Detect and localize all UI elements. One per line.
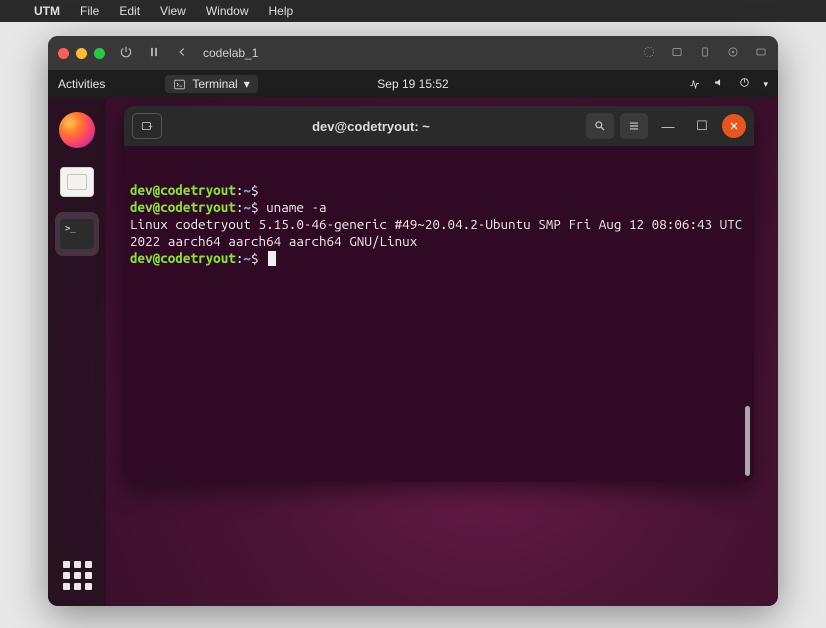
show-applications-button[interactable] bbox=[60, 558, 94, 592]
terminal-body[interactable]: dev@codetryout:~$ dev@codetryout:~$ unam… bbox=[124, 146, 754, 482]
macos-menubar: UTM File Edit View Window Help bbox=[0, 0, 826, 22]
terminal-line: dev@codetryout:~$ bbox=[130, 250, 748, 267]
power-menu-icon[interactable] bbox=[738, 76, 751, 92]
disk-icon[interactable] bbox=[726, 45, 740, 62]
terminal-scrollbar[interactable] bbox=[745, 406, 750, 476]
chevron-down-icon: ▾ bbox=[244, 77, 250, 91]
terminal-line: dev@codetryout:~$ bbox=[130, 182, 748, 199]
minimize-button[interactable]: — bbox=[654, 113, 682, 139]
edit-menu[interactable]: Edit bbox=[119, 4, 140, 18]
cursor bbox=[268, 251, 276, 266]
app-menu-terminal[interactable]: Terminal ▾ bbox=[165, 75, 257, 93]
network-icon[interactable] bbox=[688, 76, 701, 92]
back-icon[interactable] bbox=[175, 45, 189, 62]
chevron-down-icon[interactable]: ▾ bbox=[763, 79, 768, 90]
terminal-title: dev@codetryout: ~ bbox=[162, 119, 580, 134]
help-menu[interactable]: Help bbox=[269, 4, 294, 18]
hamburger-icon bbox=[627, 119, 641, 133]
power-icon[interactable] bbox=[119, 45, 133, 62]
search-button[interactable] bbox=[586, 113, 614, 139]
terminal-window: dev@codetryout: ~ — ☐ dev@codetryout:~$ … bbox=[124, 106, 754, 482]
terminal-icon: >_ bbox=[60, 219, 94, 249]
hamburger-menu-button[interactable] bbox=[620, 113, 648, 139]
volume-icon[interactable] bbox=[713, 76, 726, 92]
close-icon bbox=[727, 119, 741, 133]
utm-window: codelab_1 Activities Terminal ▾ Sep 19 1… bbox=[48, 36, 778, 606]
zoom-button[interactable] bbox=[94, 48, 105, 59]
search-icon bbox=[593, 119, 607, 133]
terminal-line: Linux codetryout 5.15.0-46-generic #49~2… bbox=[130, 216, 748, 250]
capture-icon[interactable] bbox=[670, 45, 684, 62]
close-button[interactable] bbox=[58, 48, 69, 59]
pause-icon[interactable] bbox=[147, 45, 161, 62]
dock-item-firefox[interactable] bbox=[55, 108, 99, 152]
usb-icon[interactable] bbox=[698, 45, 712, 62]
view-menu[interactable]: View bbox=[160, 4, 186, 18]
ubuntu-dock: >_ bbox=[48, 98, 106, 606]
app-menu-label: Terminal bbox=[192, 77, 237, 91]
window-menu[interactable]: Window bbox=[206, 4, 249, 18]
app-menu[interactable]: UTM bbox=[34, 4, 60, 18]
vm-title: codelab_1 bbox=[203, 46, 258, 60]
activities-button[interactable]: Activities bbox=[58, 77, 105, 91]
maximize-button[interactable]: ☐ bbox=[688, 113, 716, 139]
dock-item-terminal[interactable]: >_ bbox=[55, 212, 99, 256]
new-tab-button[interactable] bbox=[132, 113, 162, 139]
terminal-small-icon bbox=[173, 78, 186, 91]
dock-item-files[interactable] bbox=[55, 160, 99, 204]
firefox-icon bbox=[59, 112, 95, 148]
window-controls bbox=[58, 48, 105, 59]
terminal-headerbar: dev@codetryout: ~ — ☐ bbox=[124, 106, 754, 146]
ubuntu-desktop: Activities Terminal ▾ Sep 19 15:52 ▾ bbox=[48, 70, 778, 606]
terminal-line: dev@codetryout:~$ uname -a bbox=[130, 199, 748, 216]
close-button[interactable] bbox=[722, 114, 746, 138]
minimize-button[interactable] bbox=[76, 48, 87, 59]
share-icon[interactable] bbox=[754, 45, 768, 62]
utm-titlebar: codelab_1 bbox=[48, 36, 778, 70]
files-icon bbox=[60, 167, 94, 197]
clock[interactable]: Sep 19 15:52 bbox=[377, 77, 448, 91]
gnome-topbar: Activities Terminal ▾ Sep 19 15:52 ▾ bbox=[48, 70, 778, 98]
file-menu[interactable]: File bbox=[80, 4, 99, 18]
loading-icon bbox=[642, 45, 656, 62]
